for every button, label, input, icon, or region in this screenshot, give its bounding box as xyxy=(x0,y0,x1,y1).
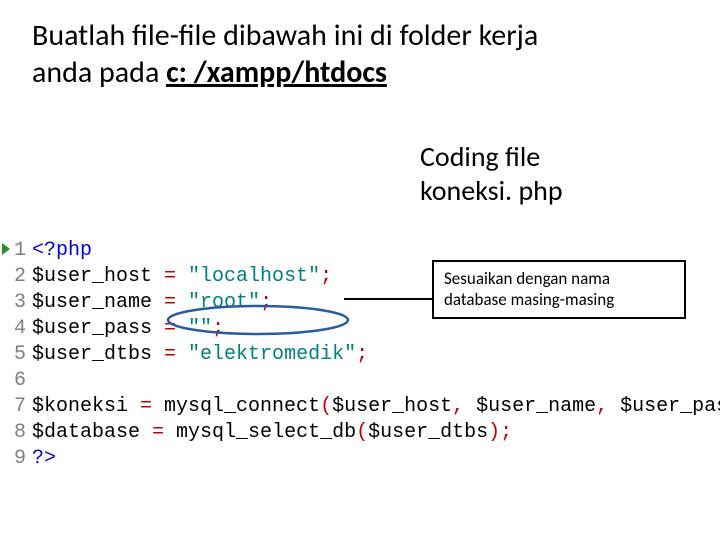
var: $user_pass xyxy=(620,395,720,418)
semi: ; xyxy=(356,343,368,366)
semi: ; xyxy=(500,421,512,444)
var: $database xyxy=(32,421,140,444)
annotation-connector-line xyxy=(344,298,432,300)
comma: , xyxy=(452,395,476,418)
heading-path: c: /xampp/htdocs xyxy=(166,54,387,91)
var: $koneksi xyxy=(32,395,128,418)
semi: ; xyxy=(320,265,332,288)
subtitle-line1: Coding file xyxy=(420,139,540,174)
annotation-note: Sesuaikan dengan nama database masing-ma… xyxy=(432,260,686,319)
line-number: 5 xyxy=(0,342,32,368)
slide-heading: Buatlah file-file dibawah ini di folder … xyxy=(32,18,682,91)
heading-line2-prefix: anda pada xyxy=(32,54,166,91)
line-number: 2 xyxy=(0,264,32,290)
line-number: 9 xyxy=(0,446,32,472)
php-open-tag: <?php xyxy=(32,239,92,262)
paren: ( xyxy=(320,395,332,418)
op-eq: = xyxy=(140,421,176,444)
comma: , xyxy=(596,395,620,418)
var: $user_name xyxy=(476,395,596,418)
var: $user_host xyxy=(332,395,452,418)
line-number: 7 xyxy=(0,394,32,420)
fn-call: mysql_connect xyxy=(164,395,320,418)
heading-line1: Buatlah file-file dibawah ini di folder … xyxy=(32,17,538,54)
op-eq: = xyxy=(152,265,188,288)
line-number: 3 xyxy=(0,290,32,316)
paren: ( xyxy=(356,421,368,444)
semi: ; xyxy=(212,317,224,340)
op-eq: = xyxy=(152,343,188,366)
note-line1: Sesuaikan dengan nama xyxy=(444,268,610,289)
subtitle-line2: koneksi. php xyxy=(420,173,563,208)
fn-call: mysql_select_db xyxy=(176,421,356,444)
line-number: 4 xyxy=(0,316,32,342)
var: $user_dtbs xyxy=(368,421,488,444)
line-number: 6 xyxy=(0,368,32,394)
op-eq: = xyxy=(128,395,164,418)
code-block: 1<?php 2$user_host = "localhost"; 3$user… xyxy=(0,212,720,472)
var: $user_host xyxy=(32,265,152,288)
op-eq: = xyxy=(152,291,188,314)
var: $user_name xyxy=(32,291,152,314)
op-eq: = xyxy=(152,317,188,340)
var: $user_dtbs xyxy=(32,343,152,366)
string: "elektromedik" xyxy=(188,343,356,366)
line-number: 1 xyxy=(0,238,32,264)
var: $user_pass xyxy=(32,317,152,340)
line-number: 8 xyxy=(0,420,32,446)
string: "root" xyxy=(188,291,260,314)
paren: ) xyxy=(488,421,500,444)
php-close-tag: ?> xyxy=(32,447,56,470)
string: "localhost" xyxy=(188,265,320,288)
semi: ; xyxy=(260,291,272,314)
subtitle: Coding file koneksi. php xyxy=(420,140,563,207)
note-line2: database masing-masing xyxy=(444,289,614,310)
string: "" xyxy=(188,317,212,340)
